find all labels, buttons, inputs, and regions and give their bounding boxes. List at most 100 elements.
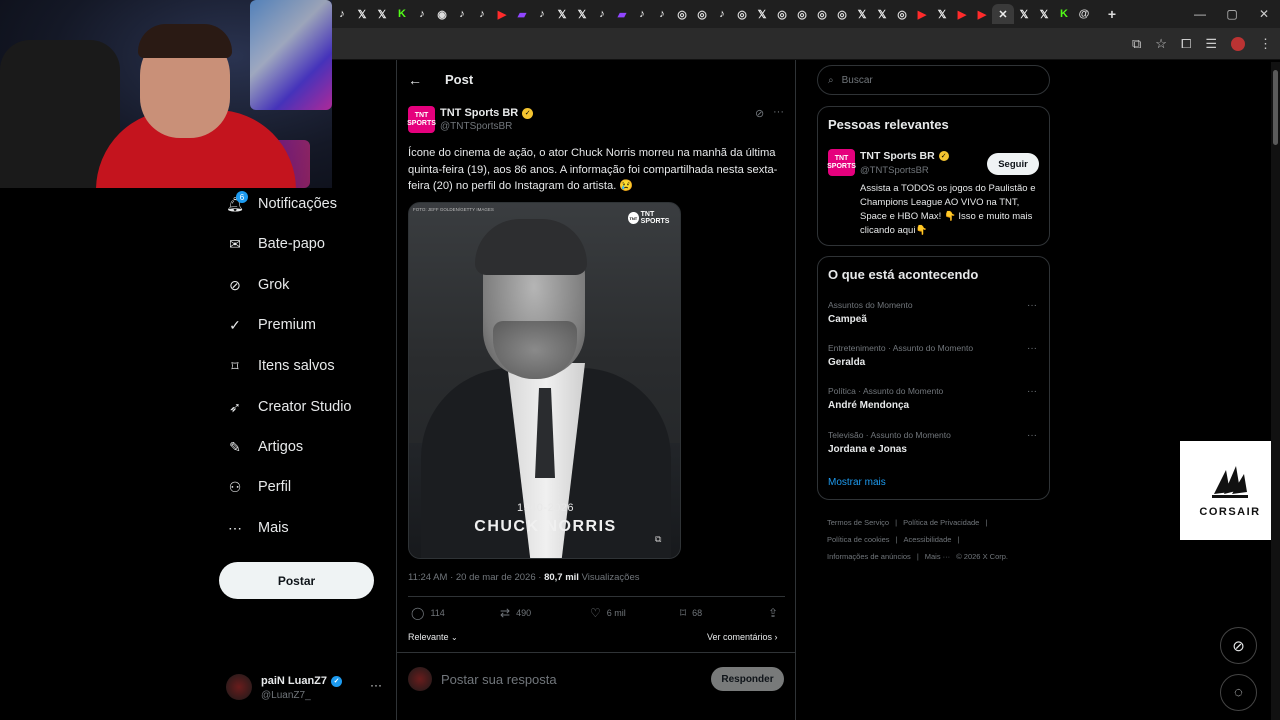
tab-instagram[interactable]: ◎ bbox=[792, 4, 812, 24]
tab-x[interactable]: 𝕏 bbox=[372, 4, 392, 24]
tab-chrome[interactable]: ◉ bbox=[432, 4, 452, 24]
tab-tiktok[interactable]: ♪ bbox=[412, 4, 432, 24]
tab-x[interactable]: ✕ bbox=[992, 4, 1014, 24]
view-comments-link[interactable]: Ver comentários › bbox=[707, 632, 778, 642]
tab-x[interactable]: 𝕏 bbox=[572, 4, 592, 24]
tab-instagram[interactable]: ◎ bbox=[812, 4, 832, 24]
tab-instagram[interactable]: ◎ bbox=[692, 4, 712, 24]
author-handle[interactable]: @TNTSportsBR bbox=[440, 121, 512, 132]
maximize-button[interactable]: ▢ bbox=[1216, 7, 1248, 21]
tab-x[interactable]: 𝕏 bbox=[872, 4, 892, 24]
nav-item-1[interactable]: ✉ Bate-papo bbox=[226, 229, 325, 259]
tab-x[interactable]: 𝕏 bbox=[1034, 4, 1054, 24]
nav-item-5[interactable]: ➶ Creator Studio bbox=[226, 392, 351, 422]
trend-item[interactable]: Televisão · Assunto do Momento Jordana e … bbox=[828, 430, 1043, 455]
address-bar[interactable]: ⧉ ☆ ⧠ ☰ ⋮ bbox=[332, 28, 1280, 60]
tab-twitch[interactable]: ▰ bbox=[512, 4, 532, 24]
reply-button[interactable]: Responder bbox=[711, 667, 784, 691]
tab-youtube[interactable]: ▶ bbox=[952, 4, 972, 24]
reply-action[interactable]: ◯ 114 bbox=[411, 606, 445, 620]
tab-x[interactable]: 𝕏 bbox=[352, 4, 372, 24]
chat-floating-button[interactable]: ◌ bbox=[1220, 674, 1257, 711]
grok-icon[interactable]: ⊘ bbox=[755, 107, 764, 120]
tweet-image[interactable]: FOTO: JEFF GOLDEN/GETTY IMAGES TNT TNT S… bbox=[408, 202, 681, 559]
author-name[interactable]: TNT Sports BR bbox=[440, 107, 518, 119]
tab-tiktok[interactable]: ♪ bbox=[712, 4, 732, 24]
tnt-avatar[interactable]: TNT SPORTS bbox=[407, 106, 436, 133]
footer-link[interactable]: Informações de anúncios bbox=[827, 552, 911, 561]
nav-item-7[interactable]: ⚇ Perfil bbox=[226, 472, 291, 502]
relevant-handle[interactable]: @TNTSportsBR bbox=[860, 165, 929, 176]
tab-tiktok[interactable]: ♪ bbox=[532, 4, 552, 24]
sort-dropdown[interactable]: Relevante ⌄ bbox=[408, 632, 458, 642]
reply-input[interactable]: Postar sua resposta bbox=[441, 672, 557, 687]
post-button[interactable]: Postar bbox=[219, 562, 374, 599]
footer-link[interactable]: Política de Privacidade bbox=[903, 518, 979, 527]
minimize-button[interactable]: — bbox=[1184, 7, 1216, 21]
tab-tiktok[interactable]: ♪ bbox=[332, 4, 352, 24]
account-switcher[interactable]: paiN LuanZ7 ✓ @LuanZ7_ ··· bbox=[226, 672, 386, 708]
tab-x[interactable]: 𝕏 bbox=[552, 4, 572, 24]
bookmark-action[interactable]: ⌑ 68 bbox=[680, 606, 702, 620]
nav-item-0[interactable]: 🔔︎ 6 Notificações bbox=[226, 189, 337, 219]
tab-tiktok[interactable]: ♪ bbox=[592, 4, 612, 24]
tab-instagram[interactable]: ◎ bbox=[892, 4, 912, 24]
new-tab-button[interactable]: + bbox=[1102, 4, 1122, 24]
back-arrow-icon[interactable]: ← bbox=[408, 72, 422, 88]
profile-avatar[interactable] bbox=[1231, 37, 1245, 51]
tab-youtube[interactable]: ▶ bbox=[492, 4, 512, 24]
more-horizontal-icon[interactable]: ··· bbox=[370, 678, 382, 692]
tnt-avatar[interactable]: TNT SPORTS bbox=[827, 149, 856, 176]
nav-item-3[interactable]: ✓ Premium bbox=[226, 310, 316, 340]
star-icon[interactable]: ☆ bbox=[1155, 36, 1167, 52]
trend-more-icon[interactable]: ··· bbox=[1027, 343, 1037, 354]
share-action[interactable]: ⇪ bbox=[768, 606, 778, 620]
grok-floating-button[interactable]: ⊘ bbox=[1220, 627, 1257, 664]
tab-tiktok[interactable]: ♪ bbox=[652, 4, 672, 24]
nav-item-6[interactable]: ✎ Artigos bbox=[226, 432, 303, 462]
tab-kick[interactable]: K bbox=[392, 4, 412, 24]
tab-x[interactable]: 𝕏 bbox=[852, 4, 872, 24]
trend-more-icon[interactable]: ··· bbox=[1027, 300, 1037, 311]
footer-link[interactable]: Termos de Serviço bbox=[827, 518, 889, 527]
tab-kick[interactable]: K bbox=[1054, 4, 1074, 24]
image-alt-icon[interactable]: ⧉ bbox=[655, 534, 661, 545]
footer-link[interactable]: Política de cookies bbox=[827, 535, 890, 544]
footer-link[interactable]: Acessibilidade bbox=[904, 535, 952, 544]
search-input[interactable]: ⌕ Buscar bbox=[817, 65, 1050, 95]
scrollbar[interactable] bbox=[1271, 62, 1280, 720]
more-options-icon[interactable]: ··· bbox=[773, 106, 784, 118]
tab-x[interactable]: 𝕏 bbox=[1014, 4, 1034, 24]
extensions-icon[interactable]: ⧠ bbox=[1181, 36, 1191, 52]
install-app-icon[interactable]: ⧉ bbox=[1132, 36, 1141, 52]
tab-instagram[interactable]: ◎ bbox=[772, 4, 792, 24]
trend-item[interactable]: Política · Assunto do Momento André Mendo… bbox=[828, 386, 1043, 411]
nav-item-8[interactable]: ⋯ Mais bbox=[226, 513, 289, 543]
trend-item[interactable]: Assuntos do Momento Campeã ··· bbox=[828, 300, 1043, 325]
trend-more-icon[interactable]: ··· bbox=[1027, 386, 1037, 397]
tab-youtube[interactable]: ▶ bbox=[912, 4, 932, 24]
close-window-button[interactable]: ✕ bbox=[1248, 7, 1280, 21]
nav-item-4[interactable]: ⌑ Itens salvos bbox=[226, 351, 334, 381]
trend-item[interactable]: Entretenimento · Assunto do Momento Geral… bbox=[828, 343, 1043, 368]
tab-tiktok[interactable]: ♪ bbox=[472, 4, 492, 24]
tab-x[interactable]: 𝕏 bbox=[752, 4, 772, 24]
follow-button[interactable]: Seguir bbox=[987, 153, 1039, 175]
relevant-name[interactable]: TNT Sports BR bbox=[860, 150, 935, 162]
tab-youtube[interactable]: ▶ bbox=[972, 4, 992, 24]
tab-instagram[interactable]: ◎ bbox=[732, 4, 752, 24]
footer-link[interactable]: © 2026 X Corp. bbox=[956, 552, 1008, 561]
scrollbar-thumb[interactable] bbox=[1273, 70, 1278, 145]
show-more-link[interactable]: Mostrar mais bbox=[828, 477, 886, 488]
tab-threads[interactable]: @ bbox=[1074, 4, 1094, 24]
tab-twitch[interactable]: ▰ bbox=[612, 4, 632, 24]
tab-x[interactable]: 𝕏 bbox=[932, 4, 952, 24]
trend-more-icon[interactable]: ··· bbox=[1027, 430, 1037, 441]
tab-instagram[interactable]: ◎ bbox=[832, 4, 852, 24]
tab-instagram[interactable]: ◎ bbox=[672, 4, 692, 24]
nav-item-2[interactable]: ⊘ Grok bbox=[226, 270, 289, 300]
tab-tiktok[interactable]: ♪ bbox=[632, 4, 652, 24]
menu-icon[interactable]: ⋮ bbox=[1259, 36, 1272, 52]
tab-tiktok[interactable]: ♪ bbox=[452, 4, 472, 24]
footer-link[interactable]: Mais ··· bbox=[925, 552, 950, 561]
